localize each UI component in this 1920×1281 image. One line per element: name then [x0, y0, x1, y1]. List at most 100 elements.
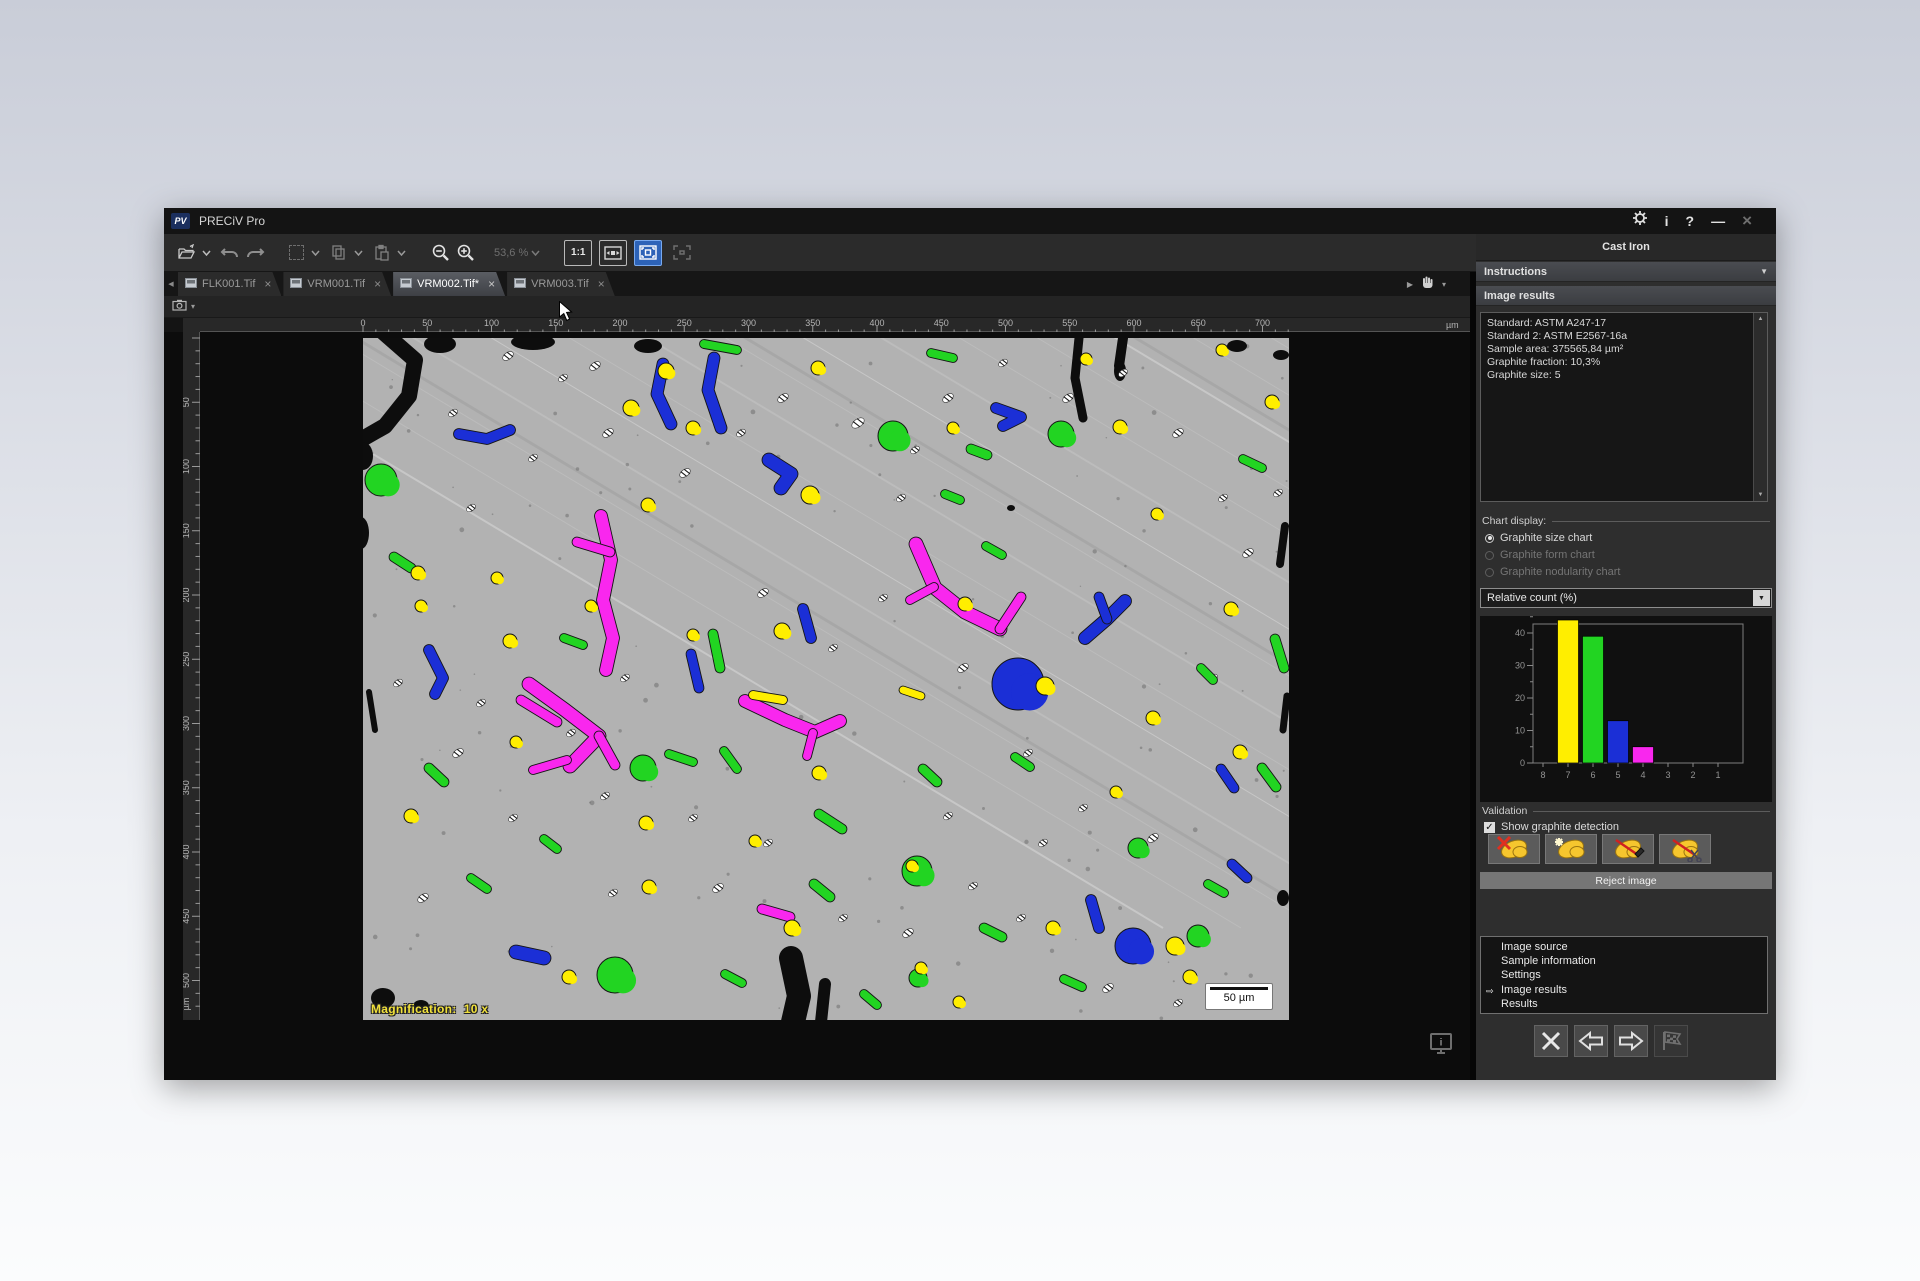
- fit-width-button[interactable]: [599, 240, 627, 266]
- pan-hand-icon[interactable]: [1421, 275, 1434, 293]
- cancel-button[interactable]: [1534, 1025, 1568, 1057]
- tab-scroll-left-button[interactable]: ◀: [164, 272, 178, 296]
- actual-size-button[interactable]: 1:1: [564, 240, 592, 266]
- help-button[interactable]: ?: [1686, 208, 1695, 234]
- radio-label: Graphite size chart: [1500, 532, 1592, 544]
- svg-text:6: 6: [1590, 770, 1595, 780]
- close-button[interactable]: ×: [1742, 208, 1752, 234]
- result-line: Standard: ASTM A247-17: [1487, 317, 1751, 330]
- scale-bar-label: 50 µm: [1206, 992, 1272, 1004]
- back-button[interactable]: [1574, 1025, 1608, 1057]
- select-region-dropdown-icon[interactable]: [310, 240, 320, 266]
- svg-text:300: 300: [741, 318, 756, 328]
- zoom-in-button[interactable]: [455, 240, 477, 266]
- svg-text:200: 200: [183, 587, 191, 602]
- open-file-dropdown-icon[interactable]: [201, 240, 211, 266]
- image-results-section-header[interactable]: Image results: [1476, 286, 1776, 306]
- zoom-percentage-value[interactable]: 53,6 %: [494, 247, 528, 259]
- svg-text:100: 100: [183, 459, 191, 474]
- scroll-up-icon[interactable]: ▲: [1754, 313, 1767, 325]
- info-button[interactable]: i: [1665, 208, 1669, 234]
- app-logo: PV: [171, 213, 190, 229]
- finish-flag-button[interactable]: [1654, 1025, 1688, 1057]
- measurement-dropdown[interactable]: Relative count (%) ▼: [1480, 588, 1772, 608]
- zoom-out-button[interactable]: [430, 240, 452, 266]
- step-results[interactable]: Results: [1481, 997, 1767, 1011]
- info-panel-toggle-icon[interactable]: i: [1428, 1032, 1454, 1056]
- step-settings[interactable]: Settings: [1481, 968, 1767, 982]
- copy-dropdown-icon[interactable]: [353, 240, 363, 266]
- svg-text:300: 300: [183, 716, 191, 731]
- image-canvas[interactable]: 50100150200250300350400450500µm Magnific…: [164, 332, 1470, 1080]
- title-bar: PV PRECiV Pro i ? — ×: [164, 208, 1776, 234]
- checkbox-checked-icon[interactable]: ✓: [1484, 822, 1495, 833]
- tab-close-icon[interactable]: ×: [374, 277, 381, 291]
- tab-close-icon[interactable]: ×: [488, 277, 495, 291]
- results-text-box: Standard: ASTM A247-17Standard 2: ASTM E…: [1480, 312, 1768, 502]
- ruler-corner: [183, 318, 200, 332]
- delete-graphite-icon: [1498, 837, 1529, 862]
- svg-text:250: 250: [183, 652, 191, 667]
- delete-graphite-button[interactable]: [1488, 834, 1540, 864]
- scroll-down-icon[interactable]: ▼: [1754, 489, 1767, 501]
- tab-close-icon[interactable]: ×: [264, 277, 271, 291]
- paste-button[interactable]: [371, 240, 393, 266]
- radio-graphite-size-chart[interactable]: Graphite size chart: [1485, 531, 1592, 545]
- desktop-background: PV PRECiV Pro i ? — ×: [0, 0, 1920, 1281]
- svg-text:0: 0: [1520, 758, 1525, 768]
- next-button[interactable]: [1614, 1025, 1648, 1057]
- merge-graphite-button[interactable]: [1659, 834, 1711, 864]
- tab-list-dropdown-icon[interactable]: ▾: [1442, 280, 1446, 289]
- open-file-button[interactable]: [176, 240, 198, 266]
- fullscreen-button[interactable]: [669, 241, 695, 265]
- snapshot-dropdown-icon[interactable]: ▾: [191, 302, 195, 311]
- micrograph-image[interactable]: Magnification: 10 x 50 µm: [363, 338, 1289, 1020]
- undo-button[interactable]: [219, 240, 241, 266]
- radio-graphite-nodularity-chart[interactable]: Graphite nodularity chart: [1485, 565, 1620, 579]
- svg-text:5: 5: [1615, 770, 1620, 780]
- add-graphite-button[interactable]: [1545, 834, 1597, 864]
- settings-gear-icon[interactable]: [1632, 208, 1648, 234]
- svg-text:450: 450: [183, 909, 191, 924]
- svg-text:50: 50: [183, 397, 191, 407]
- show-detection-checkbox-row[interactable]: ✓ Show graphite detection: [1484, 821, 1619, 833]
- svg-text:500: 500: [183, 973, 191, 988]
- svg-text:400: 400: [183, 844, 191, 859]
- step-sample-information[interactable]: Sample information: [1481, 954, 1767, 968]
- radio-graphite-form-chart[interactable]: Graphite form chart: [1485, 548, 1595, 562]
- fit-to-screen-button[interactable]: [634, 240, 662, 266]
- redo-button[interactable]: [244, 240, 266, 266]
- select-region-button[interactable]: [285, 240, 307, 266]
- svg-text:150: 150: [183, 523, 191, 538]
- svg-text:30: 30: [1515, 661, 1525, 671]
- tab-label: VRM001.Tif: [307, 278, 365, 290]
- svg-text:3: 3: [1665, 770, 1670, 780]
- snapshot-icon[interactable]: [172, 298, 187, 316]
- results-scrollbar[interactable]: ▲ ▼: [1753, 313, 1767, 501]
- tab-vrm001tif[interactable]: VRM001.Tif ×: [283, 272, 391, 296]
- instructions-section-header[interactable]: Instructions ▼: [1476, 262, 1776, 282]
- paste-dropdown-icon[interactable]: [396, 240, 406, 266]
- minimize-button[interactable]: —: [1711, 208, 1725, 234]
- svg-text:8: 8: [1540, 770, 1545, 780]
- split-graphite-button[interactable]: [1602, 834, 1654, 864]
- step-image-source[interactable]: Image source: [1481, 940, 1767, 954]
- tab-vrm002tif[interactable]: VRM002.Tif*×: [393, 272, 505, 296]
- tab-close-icon[interactable]: ×: [598, 277, 605, 291]
- measurement-dropdown-value: Relative count (%): [1487, 592, 1577, 604]
- tab-vrm003tif[interactable]: VRM003.Tif×: [507, 272, 615, 296]
- tab-flk001tif[interactable]: FLK001.Tif×: [178, 272, 281, 296]
- result-line: Graphite size: 5: [1487, 369, 1751, 382]
- svg-text:10: 10: [1515, 726, 1525, 736]
- tab-scroll-right-button[interactable]: ▶: [1407, 280, 1413, 289]
- svg-text:4: 4: [1640, 770, 1645, 780]
- step-image-results[interactable]: ⇨Image results: [1481, 983, 1767, 997]
- dropdown-arrow-icon[interactable]: ▼: [1753, 590, 1770, 606]
- add-graphite-icon: [1555, 837, 1586, 862]
- split-graphite-icon: [1613, 837, 1644, 862]
- zoom-percentage-dropdown-icon[interactable]: [530, 240, 540, 266]
- reject-image-button[interactable]: Reject image: [1480, 872, 1772, 889]
- copy-button[interactable]: [328, 240, 350, 266]
- radio-label: Graphite form chart: [1500, 549, 1595, 561]
- svg-text:550: 550: [1062, 318, 1077, 328]
